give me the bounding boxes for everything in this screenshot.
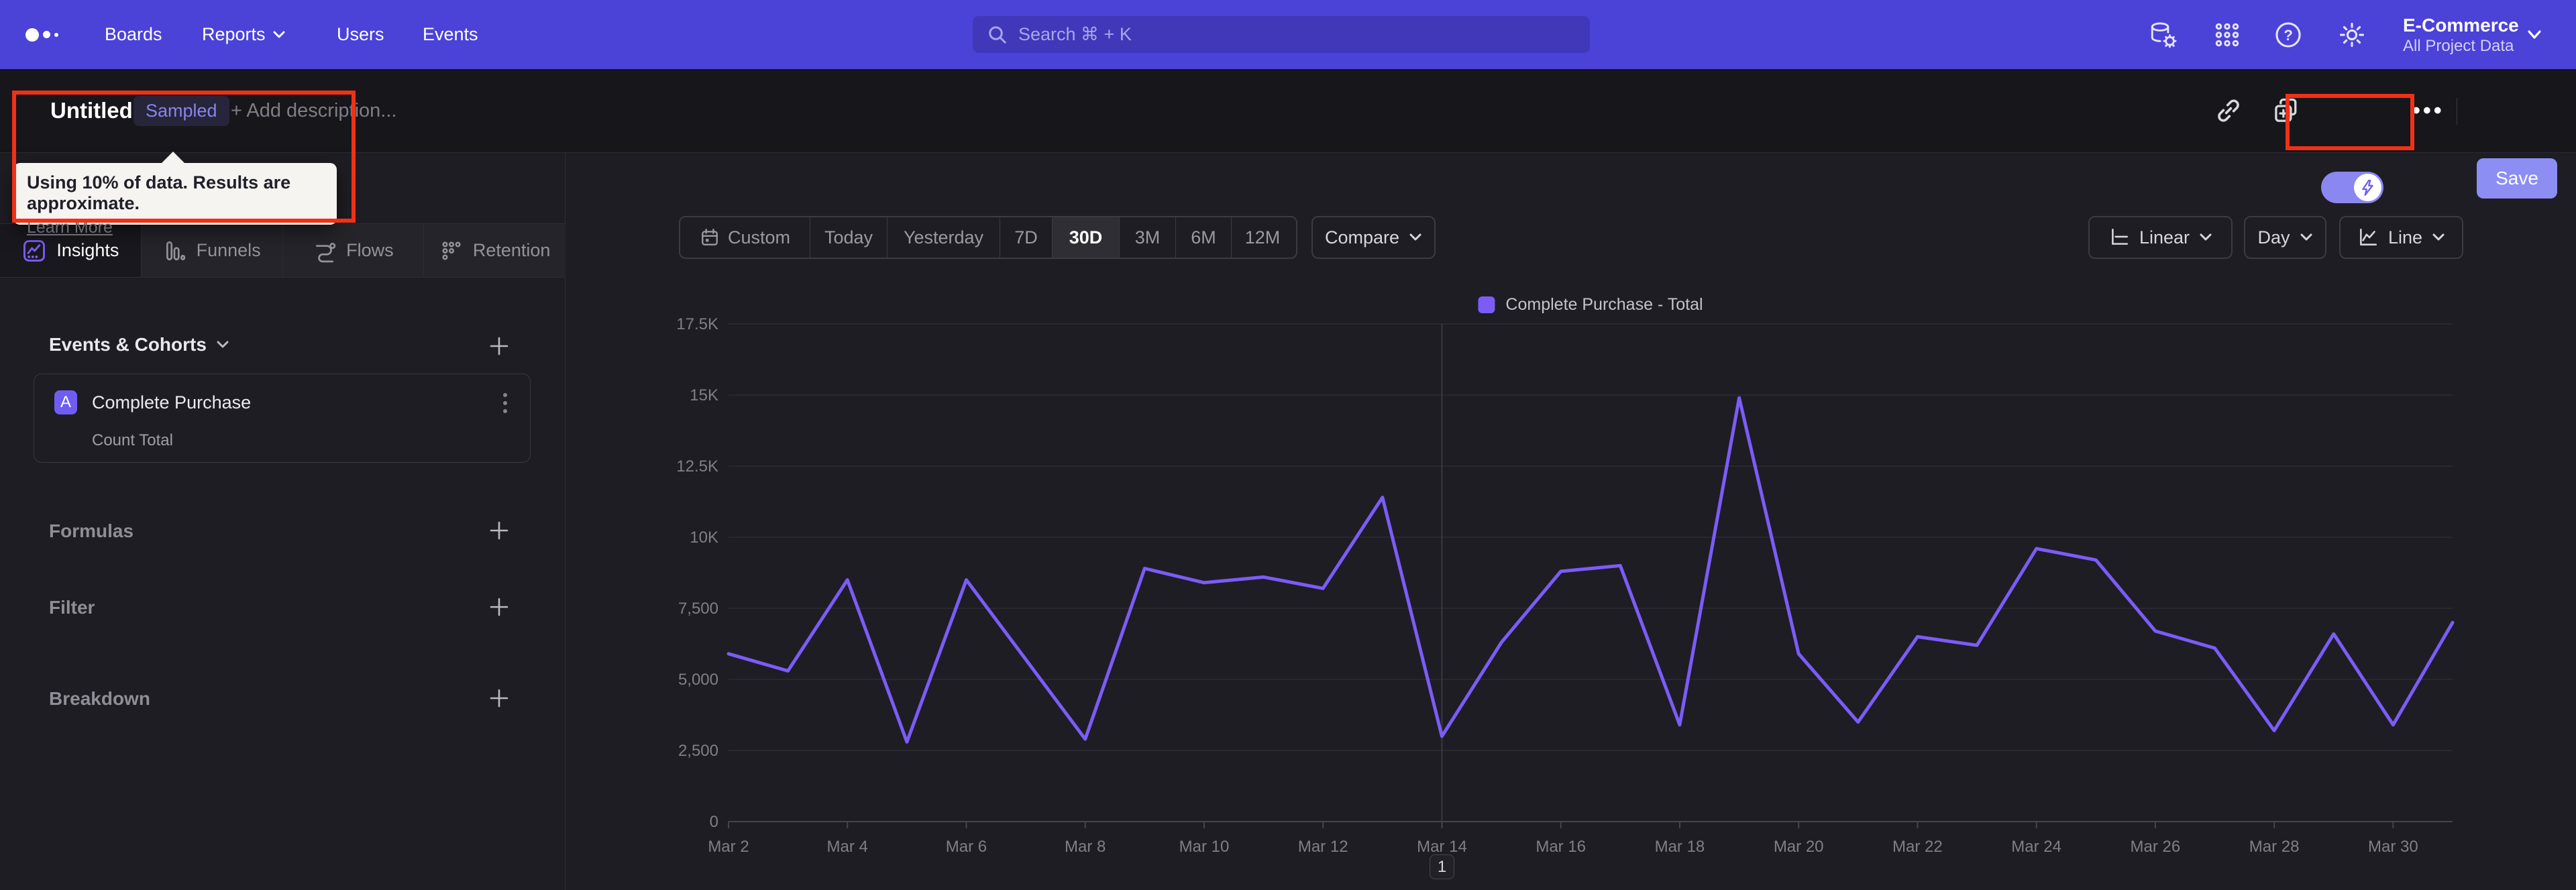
x-axis-label: Mar 8 <box>1065 838 1106 856</box>
tooltip-text: Using 10% of data. Results are approxima… <box>27 172 291 213</box>
add-breakdown-button[interactable] <box>487 686 511 710</box>
line-chart[interactable]: 0 2,500 5,000 7,500 10K 12.5K 15K 17.5K Mar 2 Mar… <box>566 153 2576 890</box>
x-axis-label: Mar 12 <box>1298 838 1348 856</box>
app-window: Boards Reports Users Events Search ⌘ + K <box>0 0 2576 890</box>
y-axis-label: 0 <box>710 813 718 831</box>
sampled-badge[interactable]: Sampled <box>133 96 229 126</box>
funnels-icon <box>166 241 185 260</box>
project-switcher[interactable]: E-Commerce All Project Data <box>2403 0 2519 69</box>
nav-item-events[interactable]: Events <box>423 0 478 69</box>
tab-retention-label: Retention <box>472 240 551 260</box>
data-management-icon[interactable] <box>2149 0 2177 69</box>
flows-icon <box>316 242 336 262</box>
event-name: Complete Purchase <box>92 392 252 412</box>
chart-panel: Custom Today Yesterday 7D 30D 3M 6M 12M … <box>566 153 2576 890</box>
project-chevron-icon[interactable] <box>2526 0 2542 69</box>
event-options-icon[interactable] <box>503 393 507 413</box>
filter-header: Filter <box>49 597 95 618</box>
y-axis-label: 10K <box>690 529 718 547</box>
y-axis-label: 17.5K <box>676 315 718 333</box>
report-header: Untitled Sampled + Add description... ••… <box>0 69 2576 203</box>
svg-text:?: ? <box>2284 26 2293 43</box>
x-axis-label: Mar 24 <box>2011 838 2061 856</box>
breakdown-header: Breakdown <box>49 688 150 709</box>
event-metric[interactable]: Count Total <box>92 431 173 450</box>
top-nav: Boards Reports Users Events Search ⌘ + K <box>0 0 2576 69</box>
tab-retention[interactable]: Retention <box>424 224 566 277</box>
search-icon <box>989 25 1006 44</box>
pagination-page-1[interactable]: 1 <box>1430 854 1454 879</box>
y-axis-label: 5,000 <box>678 671 718 689</box>
add-filter-button[interactable] <box>487 595 511 619</box>
copy-link-icon[interactable] <box>2214 69 2243 152</box>
event-letter-badge: A <box>54 390 77 414</box>
formulas-header: Formulas <box>49 520 134 541</box>
apps-grid-icon[interactable] <box>2214 0 2241 69</box>
tooltip-arrow <box>161 152 185 164</box>
nav-item-users[interactable]: Users <box>337 0 384 69</box>
add-description-button[interactable]: + Add description... <box>231 69 396 152</box>
retention-icon <box>442 241 461 260</box>
project-scope: All Project Data <box>2403 36 2514 55</box>
more-options-button[interactable]: ••• <box>2412 69 2445 152</box>
add-event-button[interactable] <box>487 334 511 358</box>
events-cohorts-header[interactable]: Events & Cohorts <box>49 334 229 355</box>
tab-insights-label: Insights <box>56 240 119 260</box>
x-axis-label: Mar 6 <box>946 838 987 856</box>
chevron-down-icon <box>273 31 285 38</box>
x-axis-label: Mar 22 <box>1892 838 1943 856</box>
x-axis-label: Mar 20 <box>1774 838 1824 856</box>
nav-item-boards[interactable]: Boards <box>105 0 162 69</box>
sampling-tooltip: Using 10% of data. Results are approxima… <box>13 152 337 237</box>
x-axis-label: Mar 2 <box>708 838 749 856</box>
nav-item-reports-label: Reports <box>202 24 266 44</box>
events-cohorts-label: Events & Cohorts <box>49 334 207 355</box>
series-line[interactable] <box>727 396 2455 744</box>
settings-gear-icon[interactable] <box>2338 0 2366 69</box>
y-axis-label: 7,500 <box>678 600 718 618</box>
project-name: E-Commerce <box>2403 14 2519 36</box>
y-axis-label: 2,500 <box>678 742 718 760</box>
add-formula-button[interactable] <box>487 518 511 543</box>
x-axis-label: Mar 4 <box>827 838 868 856</box>
add-to-board-icon[interactable] <box>2271 69 2301 152</box>
x-axis-label: Mar 30 <box>2368 838 2418 856</box>
event-card[interactable]: A Complete Purchase Count Total <box>34 374 531 463</box>
tab-funnels-label: Funnels <box>196 240 261 260</box>
insights-icon <box>23 239 46 262</box>
search-input[interactable]: Search ⌘ + K <box>973 16 1590 53</box>
x-axis-label: Mar 28 <box>2249 838 2300 856</box>
nav-item-reports[interactable]: Reports <box>202 0 286 69</box>
help-icon[interactable]: ? <box>2274 0 2302 69</box>
report-title[interactable]: Untitled <box>50 69 133 152</box>
y-axis-label: 12.5K <box>676 457 718 476</box>
query-sidebar: Insights Funnels Flows Retention Events … <box>0 153 566 890</box>
y-axis-label: 15K <box>690 386 718 404</box>
learn-more-link[interactable]: Learn More <box>27 218 113 237</box>
x-axis-label: Mar 14 <box>1417 838 1467 856</box>
x-axis-label: Mar 18 <box>1655 838 1705 856</box>
mixpanel-logo-icon[interactable] <box>25 0 58 69</box>
chevron-down-icon <box>217 341 229 348</box>
tab-flows-label: Flows <box>346 240 394 260</box>
x-axis-label: Mar 26 <box>2131 838 2181 856</box>
x-axis-label: Mar 16 <box>1536 838 1586 856</box>
x-axis-label: Mar 10 <box>1179 838 1230 856</box>
search-placeholder: Search ⌘ + K <box>1018 24 1132 44</box>
